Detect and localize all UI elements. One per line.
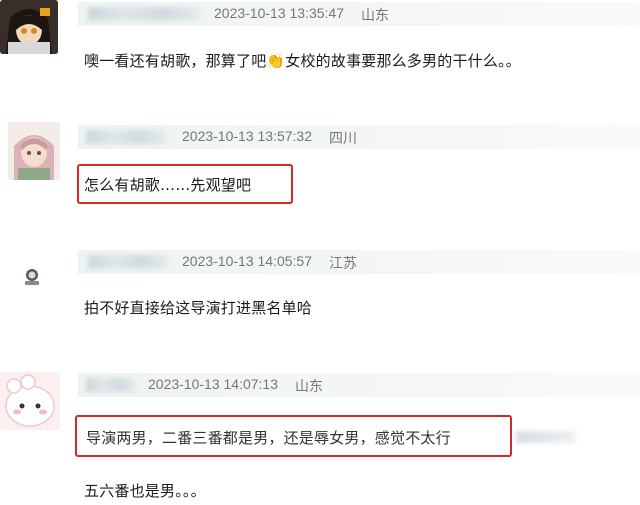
comment-location: 山东 [361,7,389,23]
cute-avatar-icon [0,372,60,430]
avatar[interactable] [22,266,42,286]
followup-comment-text: 五六番也是男。。。 [84,482,206,500]
blurred-username [88,255,168,269]
blurred-username [86,130,166,144]
comment-text: 拍不好直接给这导演打进黑名单哈 [84,299,313,317]
blurred-username [88,7,200,21]
blurred-username [86,378,136,392]
avatar[interactable] [8,122,60,180]
comment-text: 噢一看还有胡歌，那算了吧👏女校的故事要那么多男的干什么。。 [84,52,521,70]
comment-text: 导演两男，二番三番都是男，还是辱女男，感觉不太行 [86,429,451,447]
comment-meta-bar: 2023-10-13 14:07:13 山东 [78,373,640,397]
avatar[interactable] [0,0,58,54]
avatar[interactable] [0,372,60,430]
comment-time: 2023-10-13 14:07:13 [148,376,278,392]
girl-avatar-icon [8,122,60,180]
comment-text: 怎么有胡歌……先观望吧 [84,176,252,194]
comment-meta-bar: 2023-10-13 13:57:32 四川 [78,125,640,149]
comment-time: 2023-10-13 13:35:47 [214,5,344,21]
comment-time: 2023-10-13 14:05:57 [182,253,312,269]
comment-location: 四川 [329,130,357,146]
small-avatar-icon [25,269,39,285]
comment-location: 江苏 [329,255,357,271]
blurred-reply-tail [516,431,576,443]
comment-location: 山东 [295,378,323,394]
comment-meta-bar: 2023-10-13 14:05:57 江苏 [78,250,640,274]
comment-meta-bar: 2023-10-13 13:35:47 山东 [78,2,640,26]
comment-time: 2023-10-13 13:57:32 [182,128,312,144]
anime-avatar-icon [0,0,58,54]
